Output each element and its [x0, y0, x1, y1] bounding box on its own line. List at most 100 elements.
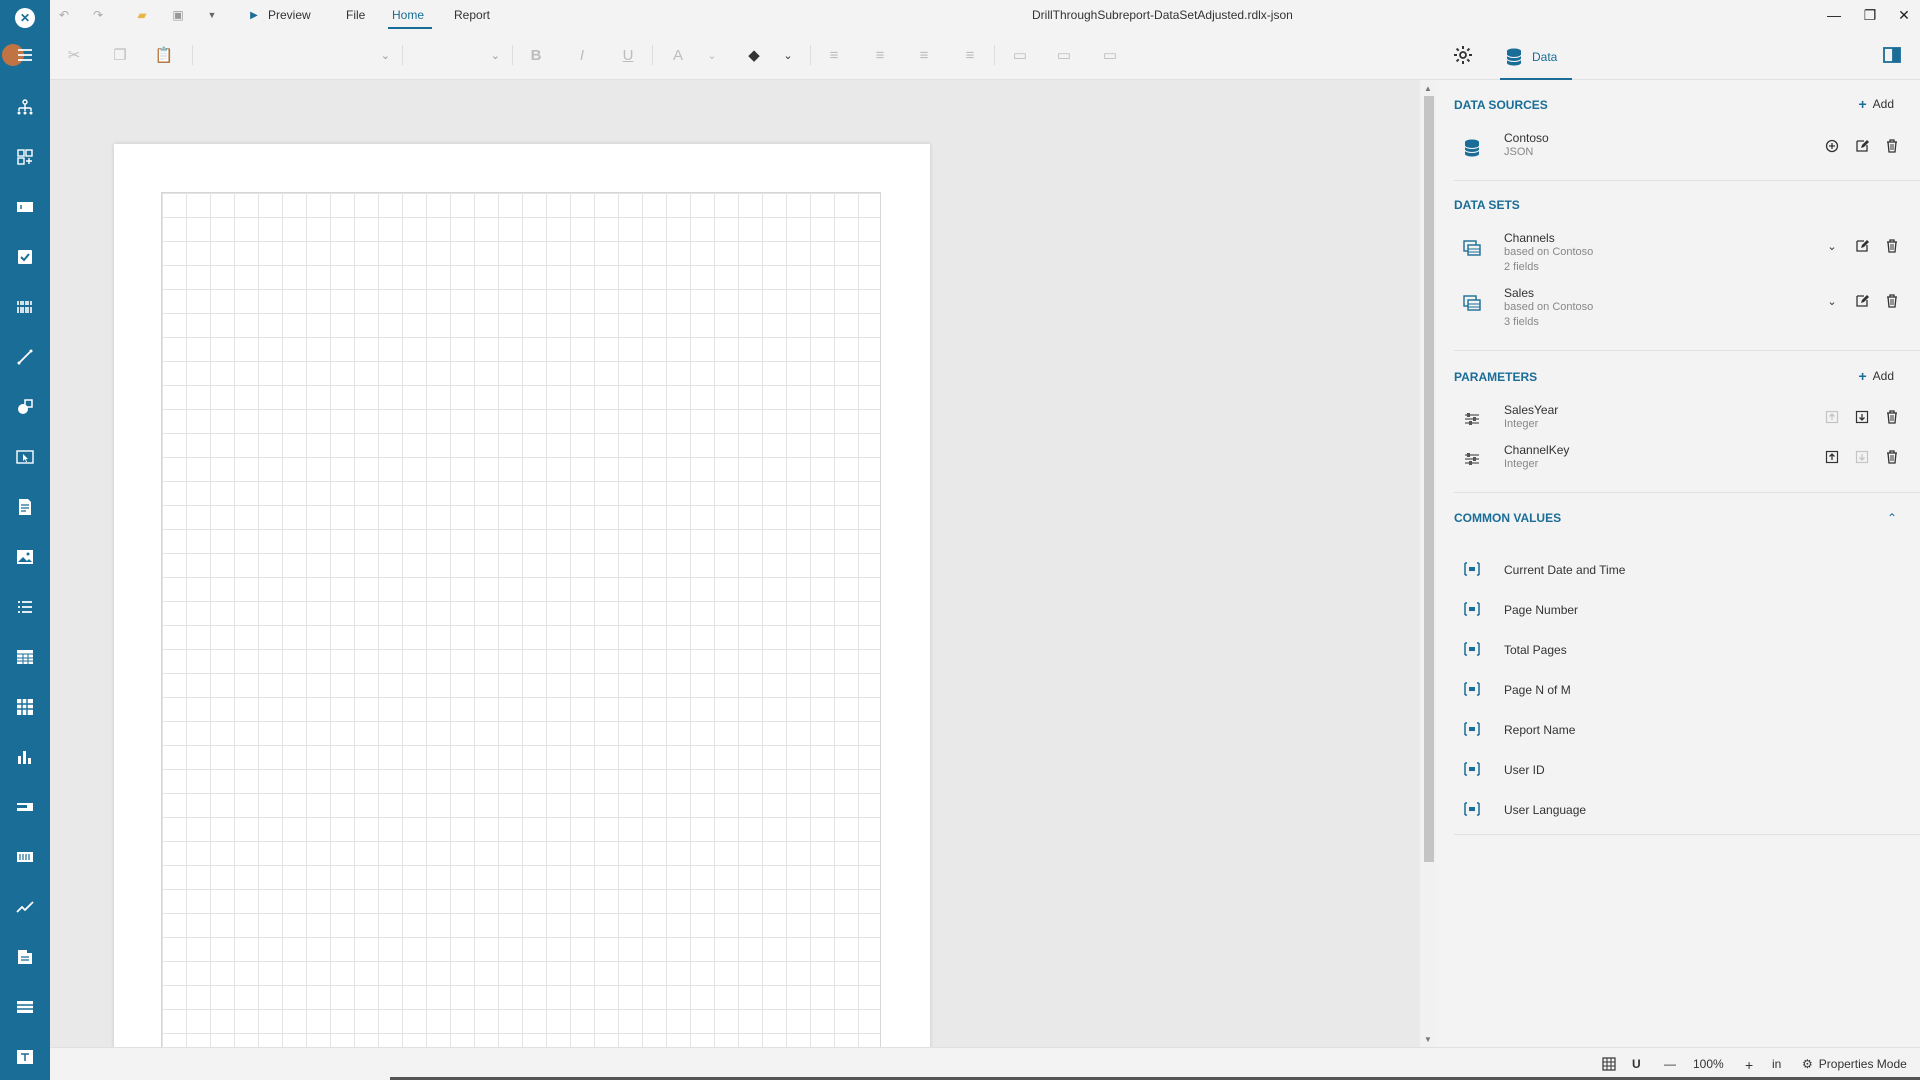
gear-icon[interactable] [1452, 44, 1474, 66]
cut-icon[interactable]: ✂ [64, 45, 84, 65]
common-value-item[interactable]: Total Pages [1454, 635, 1904, 665]
trash-icon[interactable] [1884, 293, 1900, 309]
justify-icon[interactable]: ≡ [960, 45, 980, 65]
align-right-icon[interactable]: ≡ [914, 45, 934, 65]
barcode-tool-icon[interactable] [14, 296, 36, 318]
tab-report[interactable]: Report [454, 8, 490, 22]
parameters-heading: PARAMETERS [1454, 370, 1538, 384]
common-value-item[interactable]: Report Name [1454, 715, 1904, 745]
add-data-source-button[interactable]: + Add [1858, 96, 1894, 112]
redo-icon[interactable]: ↷ [90, 7, 106, 23]
hamburger-menu-icon[interactable] [2, 44, 36, 66]
underline-icon[interactable]: U [618, 45, 638, 65]
common-value-item[interactable]: Page N of M [1454, 675, 1904, 705]
parameter-item[interactable]: SalesYear Integer [1454, 402, 1904, 436]
layers-icon[interactable] [14, 146, 36, 168]
edit-icon[interactable] [1854, 293, 1870, 309]
form-field-tool-icon[interactable] [14, 1046, 36, 1068]
trash-icon[interactable] [1884, 409, 1900, 425]
font-color-icon[interactable]: A [668, 45, 688, 65]
subreport-tool-icon[interactable] [14, 946, 36, 968]
copy-icon[interactable]: ❐ [110, 45, 130, 65]
valign-middle-icon[interactable]: ▭ [1054, 45, 1074, 65]
banded-list-tool-icon[interactable] [14, 996, 36, 1018]
bold-icon[interactable]: B [526, 45, 546, 65]
valign-bottom-icon[interactable]: ▭ [1100, 45, 1120, 65]
vertical-scrollbar[interactable]: ▲ ▼ [1420, 80, 1436, 1047]
rich-text-tool-icon[interactable] [14, 496, 36, 518]
design-canvas[interactable] [50, 80, 1420, 1047]
properties-mode-button[interactable]: ⚙ Properties Mode [1802, 1057, 1907, 1071]
background-color-icon[interactable]: ◆ [744, 45, 764, 65]
textbox-tool-icon[interactable] [14, 196, 36, 218]
design-grid[interactable] [161, 192, 881, 1047]
common-value-item[interactable]: User Language [1454, 795, 1904, 825]
units-label[interactable]: in [1772, 1057, 1781, 1071]
move-up-icon[interactable] [1824, 409, 1840, 425]
font-family-dropdown[interactable]: ⌄ [200, 45, 390, 65]
align-left-icon[interactable]: ≡ [824, 45, 844, 65]
move-down-icon[interactable] [1854, 409, 1870, 425]
preview-button[interactable]: Preview [268, 8, 311, 22]
list-tool-icon[interactable] [14, 596, 36, 618]
data-set-item[interactable]: Sales based on Contoso 3 fields ⌄ [1454, 285, 1904, 331]
valign-top-icon[interactable]: ▭ [1010, 45, 1030, 65]
sparkline-table-tool-icon[interactable] [14, 846, 36, 868]
chevron-down-icon[interactable]: ⌄ [1824, 293, 1840, 309]
chart-tool-icon[interactable] [14, 746, 36, 768]
tab-home[interactable]: Home [392, 8, 424, 22]
report-page[interactable] [114, 144, 930, 1047]
tab-data[interactable]: Data [1500, 36, 1572, 80]
parameter-item[interactable]: ChannelKey Integer [1454, 442, 1904, 476]
tab-file[interactable]: File [346, 8, 365, 22]
restore-icon[interactable]: ❐ [1860, 5, 1880, 25]
sparkline-tool-icon[interactable] [14, 896, 36, 918]
shape-tool-icon[interactable] [14, 396, 36, 418]
scroll-up-icon[interactable]: ▲ [1423, 83, 1433, 93]
zoom-in-icon[interactable]: + [1745, 1057, 1753, 1073]
common-value-item[interactable]: User ID [1454, 755, 1904, 785]
table-tool-icon[interactable] [14, 646, 36, 668]
edit-icon[interactable] [1854, 238, 1870, 254]
scrollbar-thumb[interactable] [1424, 96, 1434, 862]
add-parameter-button[interactable]: + Add [1858, 368, 1894, 384]
align-center-icon[interactable]: ≡ [870, 45, 890, 65]
line-tool-icon[interactable] [14, 346, 36, 368]
trash-icon[interactable] [1884, 138, 1900, 154]
save-dropdown-icon[interactable]: ▼ [204, 7, 220, 23]
italic-icon[interactable]: I [572, 45, 592, 65]
font-size-dropdown[interactable]: ⌄ [410, 45, 500, 65]
font-color-dropdown-icon[interactable]: ⌄ [702, 45, 722, 65]
edit-icon[interactable] [1854, 138, 1870, 154]
paste-icon[interactable]: 📋 [154, 45, 174, 65]
minimize-icon[interactable]: — [1824, 5, 1844, 25]
data-source-item[interactable]: Contoso JSON [1454, 130, 1904, 164]
open-folder-icon[interactable]: ▰ [134, 7, 150, 23]
input-field-tool-icon[interactable] [14, 446, 36, 468]
zoom-out-icon[interactable]: — [1664, 1057, 1676, 1071]
background-color-dropdown-icon[interactable]: ⌄ [778, 45, 798, 65]
save-icon[interactable]: ▣ [170, 7, 186, 23]
trash-icon[interactable] [1884, 449, 1900, 465]
close-icon[interactable]: ✕ [1894, 5, 1914, 25]
report-explorer-icon[interactable] [14, 96, 36, 118]
move-up-icon[interactable] [1824, 449, 1840, 465]
add-dataset-icon[interactable] [1824, 138, 1840, 154]
panel-toggle-icon[interactable] [1882, 45, 1902, 65]
grid-toggle-icon[interactable] [1602, 1057, 1616, 1071]
checkbox-tool-icon[interactable] [14, 246, 36, 268]
move-down-icon[interactable] [1854, 449, 1870, 465]
zoom-level[interactable]: 100% [1693, 1057, 1724, 1071]
scroll-down-icon[interactable]: ▼ [1423, 1034, 1433, 1044]
bullet-tool-icon[interactable] [14, 796, 36, 818]
common-value-item[interactable]: Current Date and Time [1454, 555, 1904, 585]
tablix-tool-icon[interactable] [14, 696, 36, 718]
common-value-item[interactable]: Page Number [1454, 595, 1904, 625]
undo-icon[interactable]: ↶ [56, 7, 72, 23]
image-tool-icon[interactable] [14, 546, 36, 568]
collapse-chevron-up-icon[interactable]: ⌃ [1884, 510, 1900, 526]
chevron-down-icon[interactable]: ⌄ [1824, 238, 1840, 254]
trash-icon[interactable] [1884, 238, 1900, 254]
data-set-item[interactable]: Channels based on Contoso 2 fields ⌄ [1454, 230, 1904, 276]
snap-magnet-icon[interactable]: U [1632, 1057, 1641, 1071]
